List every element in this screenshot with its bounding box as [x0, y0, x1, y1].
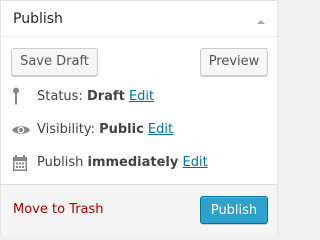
visibility-text: Visibility: Public Edit: [37, 120, 173, 140]
edit-status-link[interactable]: Edit: [129, 89, 154, 104]
eye-icon: [11, 120, 31, 140]
schedule-label: Publish: [37, 155, 84, 170]
save-draft-button[interactable]: Save Draft: [11, 48, 98, 76]
move-to-trash-link[interactable]: Move to Trash: [13, 201, 104, 219]
collapse-arrow-icon[interactable]: [255, 13, 267, 25]
calendar-icon: [11, 153, 31, 173]
edit-schedule-link[interactable]: Edit: [183, 155, 208, 170]
pin-icon: [11, 87, 31, 107]
panel-header: Publish: [1, 1, 277, 37]
edit-visibility-link[interactable]: Edit: [148, 122, 173, 137]
status-value: Draft: [86, 89, 125, 104]
status-text: Status: Draft Edit: [37, 87, 154, 107]
status-label: Status:: [37, 89, 83, 104]
publish-panel: Publish Save Draft Preview Status: Draft…: [0, 0, 278, 235]
visibility-label: Visibility:: [37, 122, 95, 137]
panel-title: Publish: [13, 11, 63, 27]
publish-button[interactable]: Publish: [200, 196, 268, 224]
schedule-value: immediately: [87, 155, 179, 170]
visibility-value: Public: [99, 122, 144, 137]
major-publishing-actions: Move to Trash Publish: [1, 184, 277, 235]
preview-button[interactable]: Preview: [200, 48, 268, 76]
schedule-text: Publish immediately Edit: [37, 153, 208, 173]
